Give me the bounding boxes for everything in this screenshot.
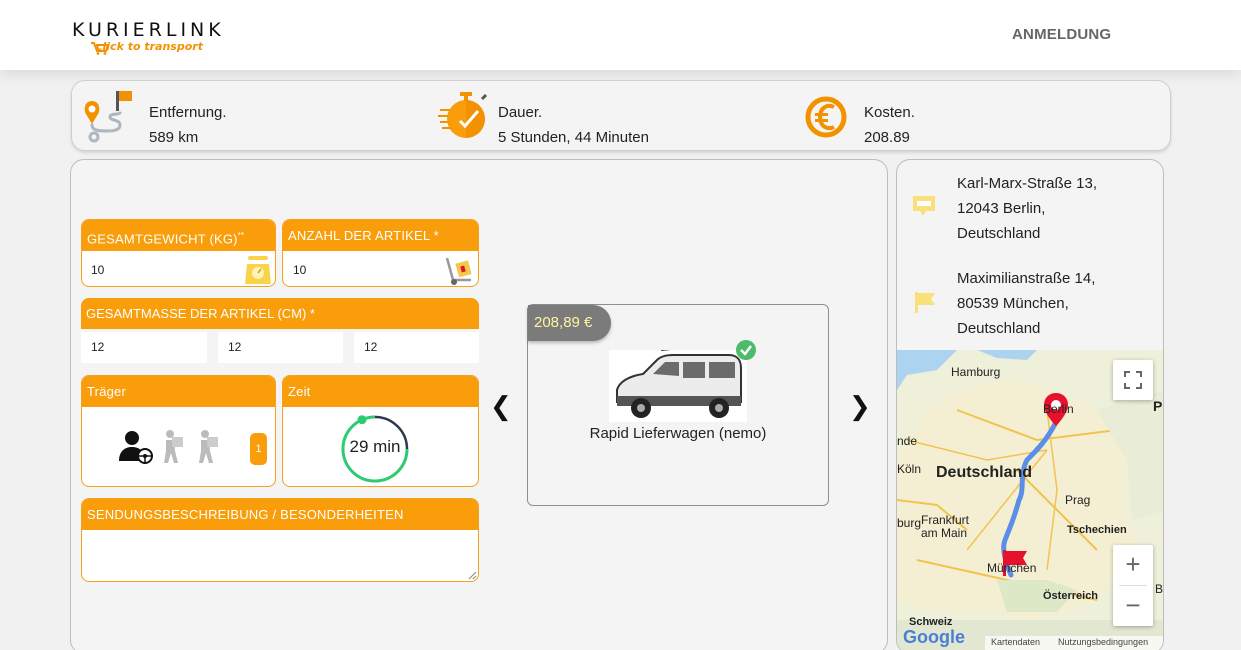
weight-field[interactable]: GESAMTGEWICHT (KG)** 10 — [81, 219, 276, 287]
item-count-field[interactable]: ANZAHL DER ARTIKEL * 10 — [282, 219, 479, 287]
destination-flag-icon — [915, 292, 935, 313]
selected-check-icon — [736, 340, 756, 360]
map-label-am-main: am Main — [921, 526, 968, 540]
cost-value: 208.89 — [864, 129, 910, 146]
duration-stat: Dauer. 5 Stunden, 44 Minuten — [438, 91, 738, 146]
cost-stat: Kosten. 208.89 — [804, 91, 1104, 146]
google-logo: Google — [903, 627, 965, 647]
cart-icon — [91, 42, 110, 55]
map-label-tschechien: Tschechien — [1067, 524, 1127, 536]
destination-address-line-3: Deutschland — [957, 320, 1041, 337]
distance-value: 589 km — [149, 129, 199, 146]
map-label-nde: nde — [897, 434, 918, 448]
duration-value: 5 Stunden, 44 Minuten — [498, 129, 649, 146]
item-count-input[interactable]: 10 — [293, 263, 306, 277]
map-label-deutschland: Deutschland — [936, 464, 1033, 481]
start-address-line-1: Karl-Marx-Straße 13, — [957, 175, 1098, 192]
cost-label: Kosten. — [864, 104, 915, 121]
dimension-height-input[interactable]: 12 — [354, 332, 479, 363]
van-image — [609, 350, 747, 422]
vehicle-prev-button[interactable]: ❮ — [490, 392, 512, 422]
destination-address: Maximilianstraße 14, 80539 München, Deut… — [957, 266, 1095, 341]
login-link[interactable]: ANMELDUNG — [1012, 26, 1111, 43]
scale-icon — [245, 256, 271, 284]
helper-icon-1[interactable] — [160, 429, 186, 465]
weight-mark: ** — [237, 231, 245, 240]
map-label-hamburg: Hamburg — [951, 365, 1001, 379]
time-field: Zeit 29 min — [282, 375, 479, 487]
map-label-prag: Prag — [1065, 493, 1091, 507]
weight-label: GESAMTGEWICHT (KG) — [87, 231, 238, 247]
zoom-out-button[interactable]: − — [1113, 586, 1153, 626]
hand-truck-icon — [445, 257, 472, 285]
description-field[interactable]: SENDUNGSBESCHREIBUNG / BESONDERHEITEN — [81, 498, 479, 582]
resize-handle-icon[interactable] — [468, 571, 477, 580]
logo[interactable]: KURIERLINK click to transport — [72, 19, 225, 55]
logo-wordmark: KURIERLINK — [72, 19, 225, 41]
carrier-field: Träger 1 — [81, 375, 276, 487]
fullscreen-icon — [1124, 371, 1142, 389]
driver-icon[interactable] — [118, 430, 156, 464]
route-distance-icon — [84, 91, 132, 143]
carrier-count-badge: 1 — [250, 433, 267, 465]
euro-icon — [805, 96, 847, 138]
top-navigation-bar: KURIERLINK click to transport ANMELDUNG — [0, 0, 1241, 70]
start-address-line-3: Deutschland — [957, 225, 1041, 242]
destination-address-line-1: Maximilianstraße 14, — [957, 270, 1096, 287]
dimension-width-input[interactable]: 12 — [218, 332, 343, 363]
duration-label: Dauer. — [498, 104, 543, 121]
carrier-header: Träger — [82, 376, 275, 407]
map-data-link[interactable]: Kartendaten — [991, 637, 1040, 647]
map-label-p: P — [1153, 398, 1163, 414]
description-header: SENDUNGSBESCHREIBUNG / BESONDERHEITEN — [82, 499, 478, 530]
map-label-koln: Köln — [897, 462, 922, 476]
time-header: Zeit — [283, 376, 478, 407]
fullscreen-button[interactable] — [1113, 360, 1153, 400]
route-panel: Karl-Marx-Straße 13, 12043 Berlin, Deuts… — [896, 159, 1164, 650]
weight-input[interactable]: 10 — [91, 263, 104, 277]
item-count-header: ANZAHL DER ARTIKEL * — [283, 220, 478, 251]
dimensions-field: GESAMTMASSE DER ARTIKEL (CM) * — [81, 298, 479, 329]
map-label-b: B — [1155, 582, 1164, 596]
route-map[interactable]: Hamburg Berlin P nde Köln Deutschland Pr… — [897, 350, 1164, 650]
stopwatch-icon — [438, 92, 488, 138]
time-value: 29 min — [349, 437, 401, 456]
map-label-burg: burg — [897, 516, 922, 530]
destination-address-line-2: 80539 München, — [957, 295, 1069, 312]
map-terms-link[interactable]: Nutzungsbedingungen — [1058, 637, 1148, 647]
distance-stat: Entfernung. 589 km — [80, 91, 380, 146]
dimension-length-input[interactable]: 12 — [81, 332, 207, 363]
vehicle-price-tag: 208,89 € — [528, 305, 611, 341]
vehicle-name: Rapid Lieferwagen (nemo) — [589, 425, 767, 442]
start-address-line-2: 12043 Berlin, — [957, 200, 1046, 217]
vehicle-card[interactable]: 208,89 € Rapid Lieferwagen (nemo) — [527, 304, 829, 506]
helper-icon-2[interactable] — [195, 429, 221, 465]
map-label-osterreich: Österreich — [1043, 590, 1099, 602]
map-label-berlin: Berlin — [1043, 402, 1074, 416]
weight-field-header: GESAMTGEWICHT (KG)** — [82, 220, 275, 251]
zoom-in-button[interactable]: + — [1113, 545, 1153, 585]
logo-tagline: click to transport — [96, 40, 203, 53]
map-label-frankfurt: Frankfurt — [921, 513, 970, 527]
start-badge-icon — [913, 196, 935, 216]
map-label-munchen: München — [987, 561, 1037, 575]
distance-label: Entfernung. — [149, 104, 227, 121]
vehicle-next-button[interactable]: ❯ — [849, 392, 871, 422]
dimensions-header: GESAMTMASSE DER ARTIKEL (CM) * — [81, 298, 479, 329]
start-address: Karl-Marx-Straße 13, 12043 Berlin, Deuts… — [957, 171, 1097, 246]
zoom-control: + − — [1113, 545, 1153, 626]
route-summary-bar: Entfernung. 589 km Dauer. 5 Stunden, 44 … — [71, 80, 1171, 151]
